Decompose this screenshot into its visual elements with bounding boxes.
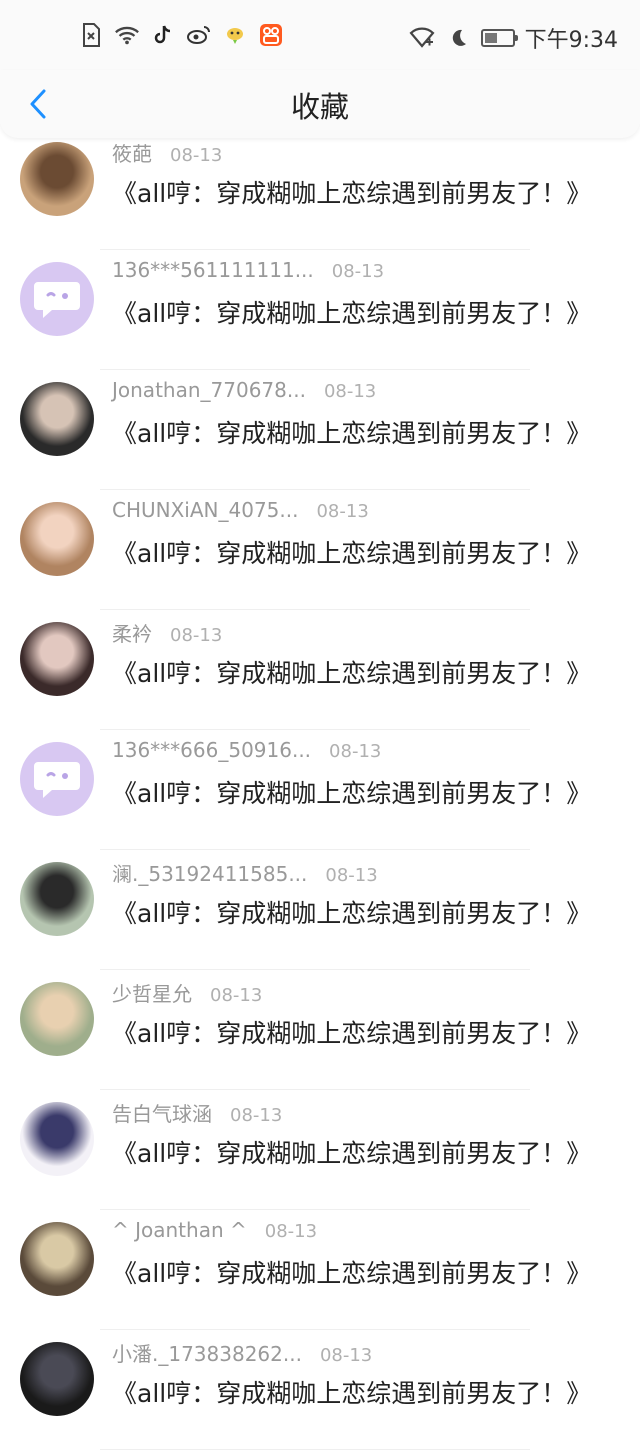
username[interactable]: 136***561111111... — [112, 258, 314, 282]
username[interactable]: 澜._53192411585... — [112, 858, 307, 887]
list-item[interactable]: 少哲星允 08-13 《all哼：穿成糊咖上恋综遇到前男友了！》 — [0, 970, 640, 1090]
default-avatar[interactable] — [20, 742, 94, 816]
chat-bubble-icon — [34, 762, 80, 798]
item-meta: ^ Joanthan ^ 08-13 — [112, 1218, 317, 1242]
item-message[interactable]: 《all哼：穿成糊咖上恋综遇到前男友了！》 — [112, 1134, 591, 1170]
username[interactable]: 少哲星允 — [112, 978, 192, 1007]
username[interactable]: 小潘._173838262... — [112, 1338, 302, 1367]
default-avatar[interactable] — [20, 262, 94, 336]
avatar[interactable] — [20, 622, 94, 696]
list-item[interactable]: 澜._53192411585... 08-13 《all哼：穿成糊咖上恋综遇到前男友… — [0, 850, 640, 970]
moon-icon — [445, 25, 471, 51]
item-meta: 筱葩 08-13 — [112, 138, 222, 167]
item-message[interactable]: 《all哼：穿成糊咖上恋综遇到前男友了！》 — [112, 654, 591, 690]
page-title: 收藏 — [290, 90, 349, 124]
item-message[interactable]: 《all哼：穿成糊咖上恋综遇到前男友了！》 — [112, 894, 591, 930]
status-right-icons: 下午9:34 — [409, 22, 618, 54]
username[interactable]: Jonathan_770678... — [112, 378, 306, 402]
chat-bubble-icon — [34, 282, 80, 318]
item-message[interactable]: 《all哼：穿成糊咖上恋综遇到前男友了！》 — [112, 1374, 591, 1410]
item-message[interactable]: 《all哼：穿成糊咖上恋综遇到前男友了！》 — [112, 294, 591, 330]
item-meta: 告白气球涵 08-13 — [112, 1098, 282, 1127]
item-meta: Jonathan_770678... 08-13 — [112, 378, 376, 402]
item-date: 08-13 — [210, 985, 263, 1006]
list-item[interactable]: 136***666_50916... 08-13 《all哼：穿成糊咖上恋综遇到前男… — [0, 730, 640, 850]
item-message[interactable]: 《all哼：穿成糊咖上恋综遇到前男友了！》 — [112, 414, 591, 450]
chat-app-icon — [222, 22, 248, 48]
status-bar: 下午9:34 — [0, 0, 640, 70]
list-item[interactable]: 筱葩 08-13 《all哼：穿成糊咖上恋综遇到前男友了！》 — [0, 130, 640, 250]
item-meta: 小潘._173838262... 08-13 — [112, 1338, 372, 1367]
username[interactable]: ^ Joanthan ^ — [112, 1218, 247, 1242]
status-left-icons — [78, 22, 284, 48]
no-sim-icon — [78, 22, 104, 48]
status-time: 下午9:34 — [524, 28, 618, 53]
item-date: 08-13 — [329, 741, 382, 762]
item-meta: 少哲星允 08-13 — [112, 978, 262, 1007]
item-date: 08-13 — [331, 261, 385, 282]
item-message[interactable]: 《all哼：穿成糊咖上恋综遇到前男友了！》 — [112, 174, 591, 210]
battery-icon — [480, 29, 518, 47]
username[interactable]: 柔衿 — [112, 618, 152, 647]
list-item[interactable]: 告白气球涵 08-13 《all哼：穿成糊咖上恋综遇到前男友了！》 — [0, 1090, 640, 1210]
list-item[interactable]: 柔衿 08-13 《all哼：穿成糊咖上恋综遇到前男友了！》 — [0, 610, 640, 730]
item-date: 08-13 — [170, 625, 223, 646]
list-item[interactable]: 小潘._173838262... 08-13 《all哼：穿成糊咖上恋综遇到前男友了… — [0, 1330, 640, 1450]
username[interactable]: 136***666_50916... — [112, 738, 311, 762]
username[interactable]: 告白气球涵 — [112, 1098, 212, 1127]
list-item[interactable]: CHUNXiAN_4075... 08-13 《all哼：穿成糊咖上恋综遇到前男友了… — [0, 490, 640, 610]
kuaishou-icon — [258, 22, 284, 48]
item-meta: 136***561111111... 08-13 — [112, 258, 384, 282]
item-message[interactable]: 《all哼：穿成糊咖上恋综遇到前男友了！》 — [112, 1254, 591, 1290]
item-date: 08-13 — [230, 1105, 283, 1126]
weibo-icon — [186, 22, 212, 48]
item-meta: CHUNXiAN_4075... 08-13 — [112, 498, 369, 522]
item-date: 08-13 — [264, 1221, 318, 1242]
list-item[interactable]: 136***561111111... 08-13 《all哼：穿成糊咖上恋综遇到前男… — [0, 250, 640, 370]
wifi-plus-icon — [409, 25, 435, 51]
favorites-list: 筱葩 08-13 《all哼：穿成糊咖上恋综遇到前男友了！》 136***561111… — [0, 130, 640, 1450]
item-message[interactable]: 《all哼：穿成糊咖上恋综遇到前男友了！》 — [112, 534, 591, 570]
avatar[interactable] — [20, 982, 94, 1056]
avatar[interactable] — [20, 862, 94, 936]
item-meta: 澜._53192411585... 08-13 — [112, 858, 378, 887]
item-message[interactable]: 《all哼：穿成糊咖上恋综遇到前男友了！》 — [112, 774, 591, 810]
avatar[interactable] — [20, 382, 94, 456]
item-date: 08-13 — [325, 865, 378, 886]
list-item[interactable]: Jonathan_770678... 08-13 《all哼：穿成糊咖上恋综遇到前男… — [0, 370, 640, 490]
username[interactable]: 筱葩 — [112, 138, 152, 167]
item-date: 08-13 — [319, 1345, 373, 1366]
avatar[interactable] — [20, 1102, 94, 1176]
list-item[interactable]: ^ Joanthan ^ 08-13 《all哼：穿成糊咖上恋综遇到前男友了！》 — [0, 1210, 640, 1330]
item-meta: 136***666_50916... 08-13 — [112, 738, 381, 762]
avatar[interactable] — [20, 1222, 94, 1296]
avatar[interactable] — [20, 1342, 94, 1416]
item-message[interactable]: 《all哼：穿成糊咖上恋综遇到前男友了！》 — [112, 1014, 591, 1050]
item-date: 08-13 — [323, 381, 377, 402]
item-date: 08-13 — [170, 145, 223, 166]
wifi-icon — [114, 22, 140, 48]
avatar[interactable] — [20, 502, 94, 576]
item-meta: 柔衿 08-13 — [112, 618, 222, 647]
username[interactable]: CHUNXiAN_4075... — [112, 498, 298, 522]
item-date: 08-13 — [316, 501, 369, 522]
avatar[interactable] — [20, 142, 94, 216]
tiktok-icon — [150, 22, 176, 48]
nav-header: 收藏 — [0, 70, 640, 138]
